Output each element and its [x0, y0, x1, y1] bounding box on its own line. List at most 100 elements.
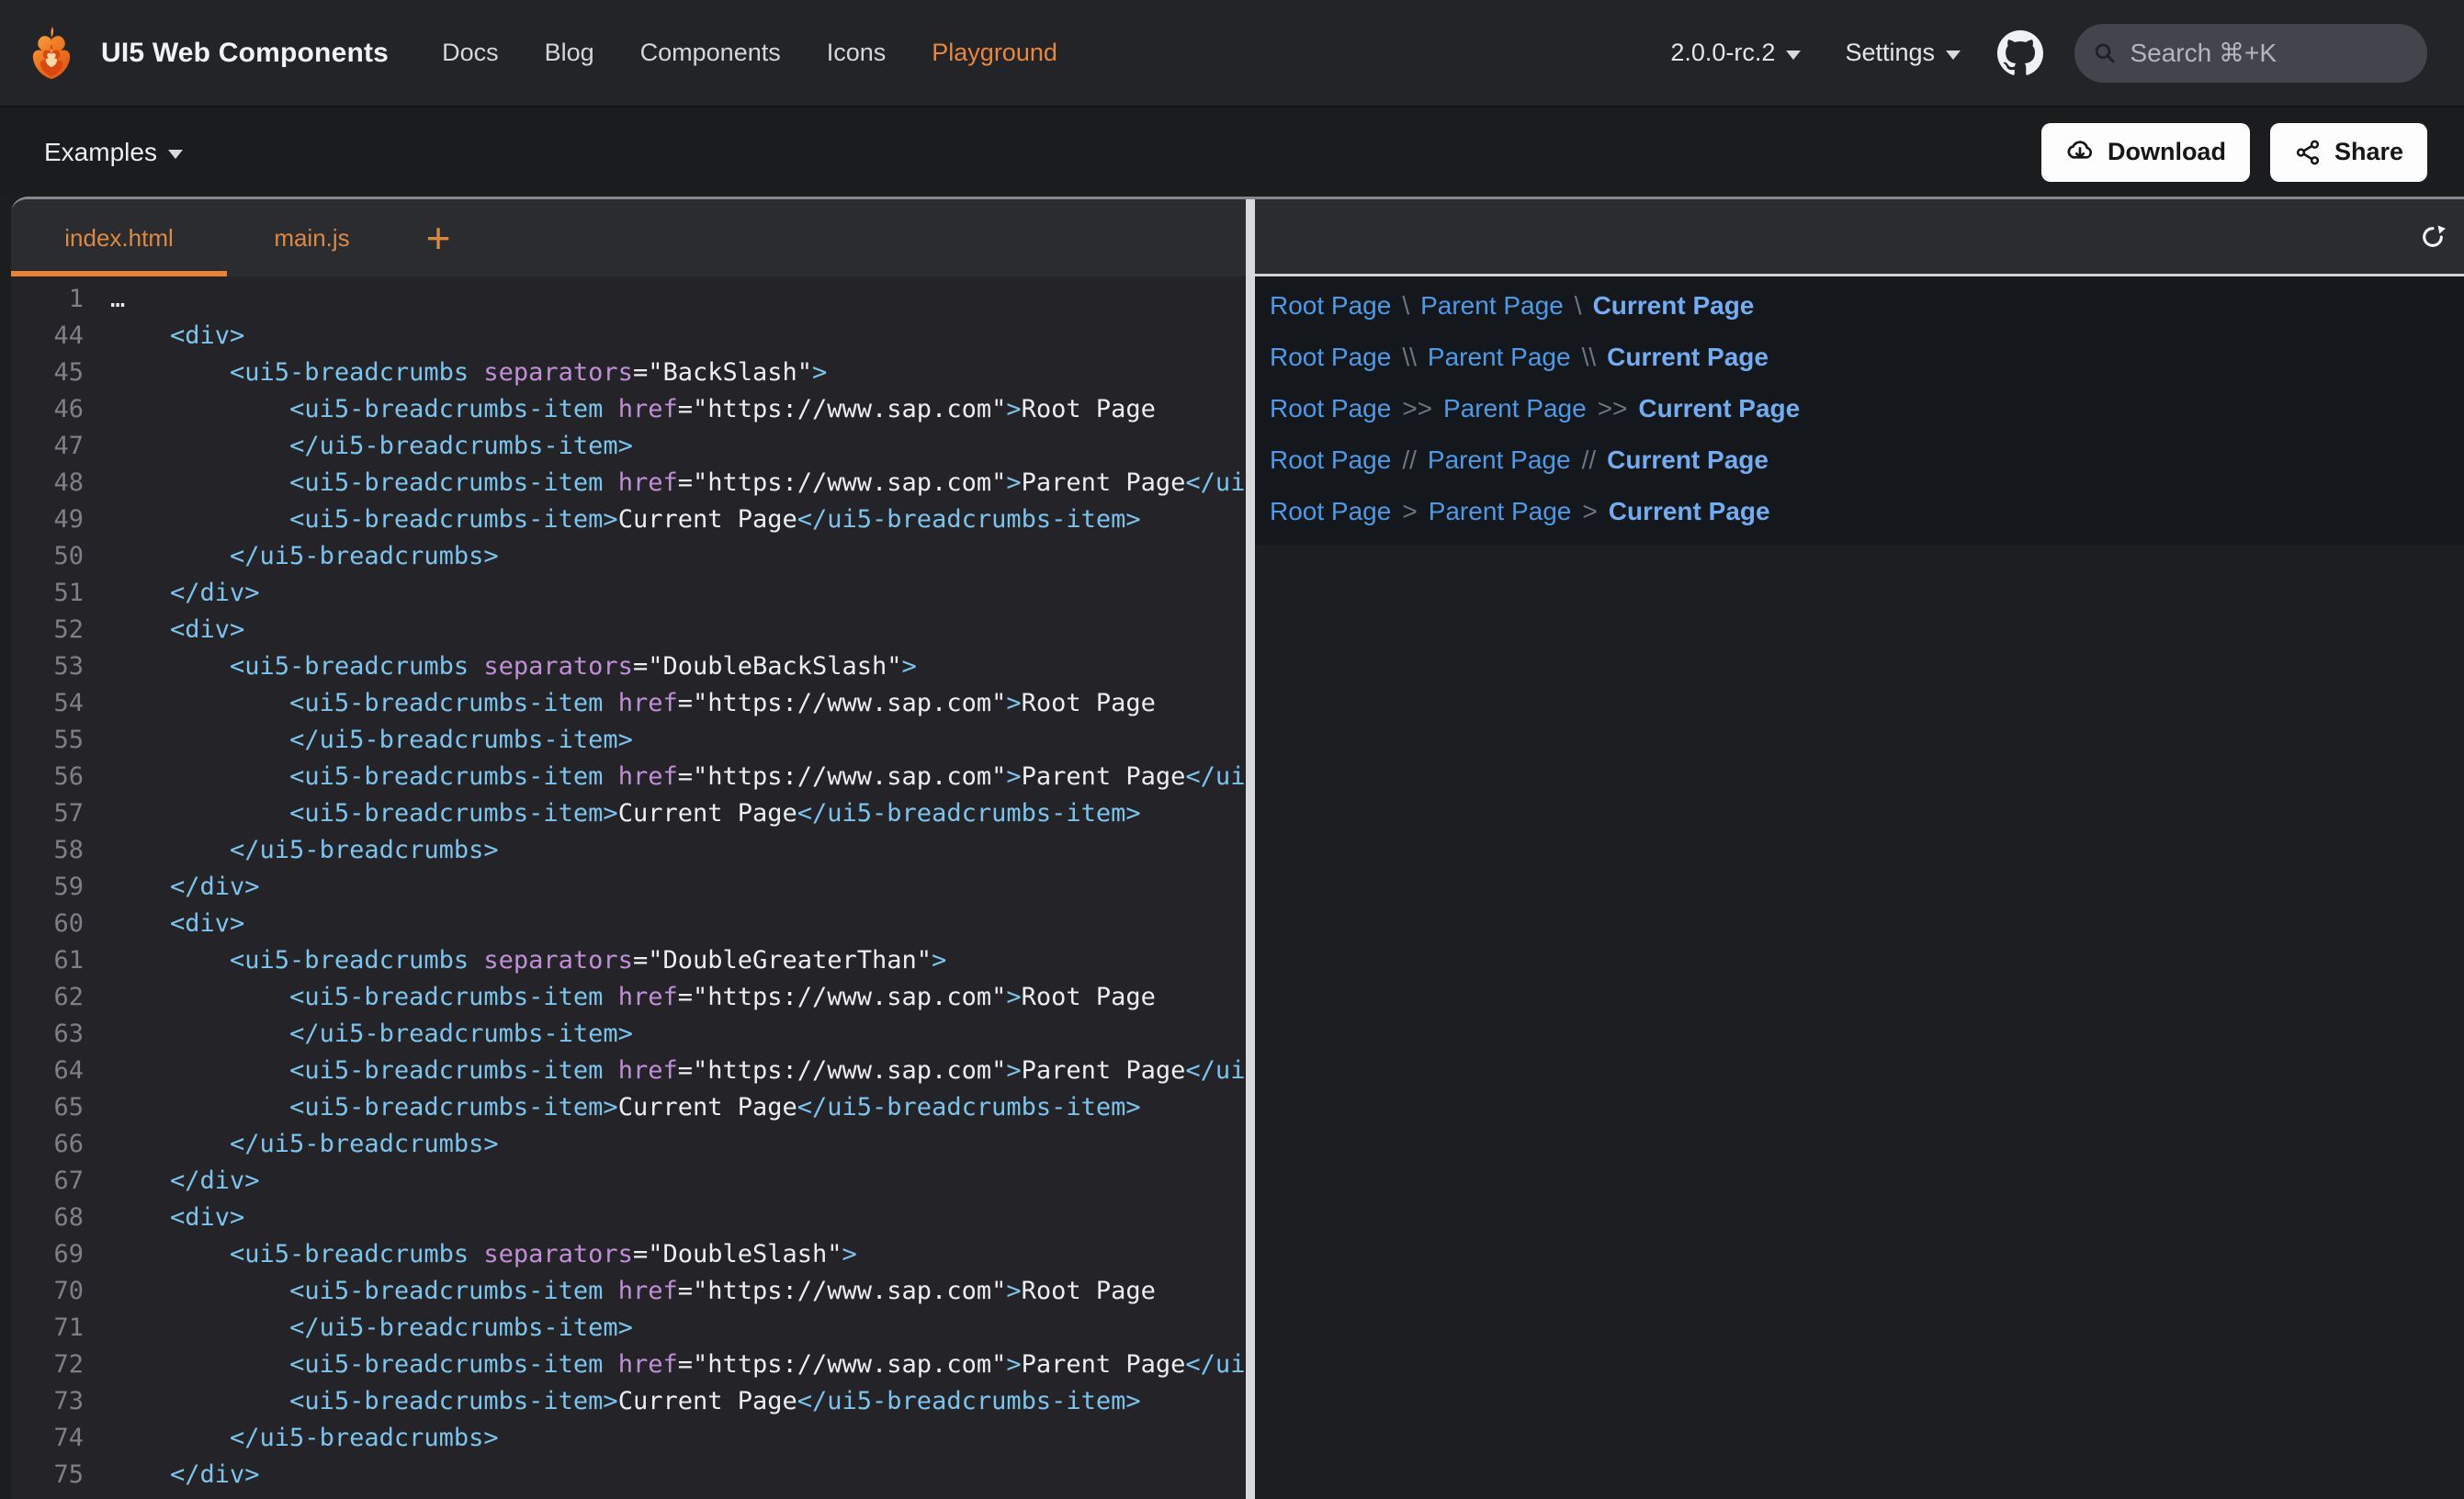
- line-number: 62: [11, 979, 84, 1016]
- code-line: 62<ui5-breadcrumbs-item href="https://ww…: [11, 979, 1246, 1016]
- breadcrumb-link[interactable]: Root Page: [1270, 394, 1391, 423]
- code-line: 61<ui5-breadcrumbs separators="DoubleGre…: [11, 942, 1246, 979]
- editor-tab-main.js[interactable]: main.js: [227, 199, 397, 276]
- breadcrumb-link[interactable]: Root Page: [1270, 497, 1391, 526]
- breadcrumb-link[interactable]: Parent Page: [1429, 497, 1572, 526]
- nav-item-docs[interactable]: Docs: [442, 39, 499, 67]
- breadcrumb-link[interactable]: Parent Page: [1428, 343, 1571, 372]
- line-number: 76: [11, 1493, 84, 1499]
- line-number: 44: [11, 318, 84, 355]
- code-line: 51</div>: [11, 575, 1246, 612]
- download-button[interactable]: Download: [2041, 123, 2250, 182]
- line-number: 64: [11, 1053, 84, 1089]
- version-label: 2.0.0-rc.2: [1670, 39, 1775, 67]
- breadcrumb-link[interactable]: Parent Page: [1428, 445, 1571, 475]
- line-number: 48: [11, 465, 84, 502]
- main-nav: Docs Blog Components Icons Playground: [442, 39, 1057, 67]
- code-line: 69<ui5-breadcrumbs separators="DoubleSla…: [11, 1236, 1246, 1273]
- code-editor[interactable]: 1…44<div>45<ui5-breadcrumbs separators="…: [11, 276, 1246, 1499]
- breadcrumb-separator: //: [1391, 445, 1428, 475]
- code-editor-pane: index.htmlmain.js+ 1…44<div>45<ui5-bread…: [11, 199, 1246, 1499]
- breadcrumb-separator: \: [1391, 291, 1420, 321]
- code-line: 52<div>: [11, 612, 1246, 648]
- line-number: 54: [11, 685, 84, 722]
- line-number: 57: [11, 795, 84, 832]
- code-line: 46<ui5-breadcrumbs-item href="https://ww…: [11, 391, 1246, 428]
- code-line: 44<div>: [11, 318, 1246, 355]
- breadcrumb-link[interactable]: Root Page: [1270, 445, 1391, 475]
- share-button[interactable]: Share: [2270, 123, 2427, 182]
- nav-item-blog[interactable]: Blog: [545, 39, 594, 67]
- brand-title[interactable]: UI5 Web Components: [101, 38, 389, 69]
- add-tab-button[interactable]: +: [397, 199, 480, 276]
- code-line: 68<div>: [11, 1200, 1246, 1236]
- settings-dropdown[interactable]: Settings: [1845, 39, 1961, 67]
- code-line: 59</div>: [11, 869, 1246, 906]
- top-navbar: UI5 Web Components Docs Blog Components Ico…: [0, 0, 2464, 107]
- line-number: 69: [11, 1236, 84, 1273]
- line-number: 72: [11, 1347, 84, 1383]
- line-number: 74: [11, 1420, 84, 1457]
- code-line: 63</ui5-breadcrumbs-item>: [11, 1016, 1246, 1053]
- breadcrumb-link[interactable]: Parent Page: [1443, 394, 1587, 423]
- preview-pane: Root Page\Parent Page\Current PageRoot P…: [1255, 199, 2464, 1499]
- breadcrumb-link[interactable]: Parent Page: [1420, 291, 1564, 321]
- code-line: 74</ui5-breadcrumbs>: [11, 1420, 1246, 1457]
- share-label: Share: [2334, 138, 2403, 166]
- preview-body: Root Page\Parent Page\Current PageRoot P…: [1255, 276, 2464, 545]
- code-line: 64<ui5-breadcrumbs-item href="https://ww…: [11, 1053, 1246, 1089]
- breadcrumb-separator: //: [1571, 445, 1608, 475]
- breadcrumb-current: Current Page: [1609, 497, 1770, 526]
- refresh-button[interactable]: [2418, 222, 2447, 252]
- line-number: 59: [11, 869, 84, 906]
- line-number: 63: [11, 1016, 84, 1053]
- github-icon[interactable]: [1997, 30, 2043, 76]
- code-line: 67</div>: [11, 1163, 1246, 1200]
- playground-panel: index.htmlmain.js+ 1…44<div>45<ui5-bread…: [11, 197, 2464, 1499]
- settings-label: Settings: [1845, 39, 1935, 67]
- code-line: 75</div>: [11, 1457, 1246, 1493]
- breadcrumb-link[interactable]: Root Page: [1270, 343, 1391, 372]
- line-number: 70: [11, 1273, 84, 1310]
- search-input[interactable]: [2130, 39, 2409, 68]
- nav-item-playground[interactable]: Playground: [932, 39, 1057, 67]
- nav-item-icons[interactable]: Icons: [827, 39, 887, 67]
- playground-toolbar: Examples Download Share: [0, 107, 2464, 197]
- breadcrumbs-row: Root Page>>Parent Page>>Current Page: [1270, 383, 2464, 434]
- ui5-phoenix-logo-icon[interactable]: [22, 24, 81, 83]
- version-dropdown[interactable]: 2.0.0-rc.2: [1670, 39, 1801, 67]
- line-number: 51: [11, 575, 84, 612]
- breadcrumb-separator: >>: [1587, 394, 1639, 423]
- breadcrumb-current: Current Page: [1638, 394, 1800, 423]
- code-line: 72<ui5-breadcrumbs-item href="https://ww…: [11, 1347, 1246, 1383]
- breadcrumbs-row: Root Page\\Parent Page\\Current Page: [1270, 332, 2464, 383]
- code-line: 76<div>: [11, 1493, 1246, 1499]
- share-icon: [2294, 139, 2322, 166]
- line-number: 49: [11, 502, 84, 538]
- breadcrumb-separator: \\: [1391, 343, 1428, 372]
- code-line: 65<ui5-breadcrumbs-item>Current Page</ui…: [11, 1089, 1246, 1126]
- breadcrumbs-row: Root Page//Parent Page//Current Page: [1270, 434, 2464, 486]
- cloud-download-icon: [2065, 138, 2095, 167]
- pane-splitter[interactable]: [1246, 199, 1255, 1499]
- breadcrumb-separator: >: [1391, 497, 1428, 526]
- refresh-icon: [2418, 222, 2447, 252]
- line-number: 45: [11, 355, 84, 391]
- chevron-down-icon: [168, 150, 183, 159]
- code-line: 50</ui5-breadcrumbs>: [11, 538, 1246, 575]
- line-number: 47: [11, 428, 84, 465]
- breadcrumb-separator: \\: [1571, 343, 1608, 372]
- code-line: 55</ui5-breadcrumbs-item>: [11, 722, 1246, 759]
- code-line: 53<ui5-breadcrumbs separators="DoubleBac…: [11, 648, 1246, 685]
- code-line: 47</ui5-breadcrumbs-item>: [11, 428, 1246, 465]
- code-line: 57<ui5-breadcrumbs-item>Current Page</ui…: [11, 795, 1246, 832]
- search-icon: [2093, 39, 2117, 67]
- line-number: 56: [11, 759, 84, 795]
- breadcrumb-current: Current Page: [1607, 343, 1769, 372]
- examples-dropdown[interactable]: Examples: [44, 138, 183, 167]
- examples-label: Examples: [44, 138, 157, 167]
- breadcrumb-link[interactable]: Root Page: [1270, 291, 1391, 321]
- code-line: 49<ui5-breadcrumbs-item>Current Page</ui…: [11, 502, 1246, 538]
- nav-item-components[interactable]: Components: [640, 39, 781, 67]
- editor-tab-index.html[interactable]: index.html: [11, 199, 227, 276]
